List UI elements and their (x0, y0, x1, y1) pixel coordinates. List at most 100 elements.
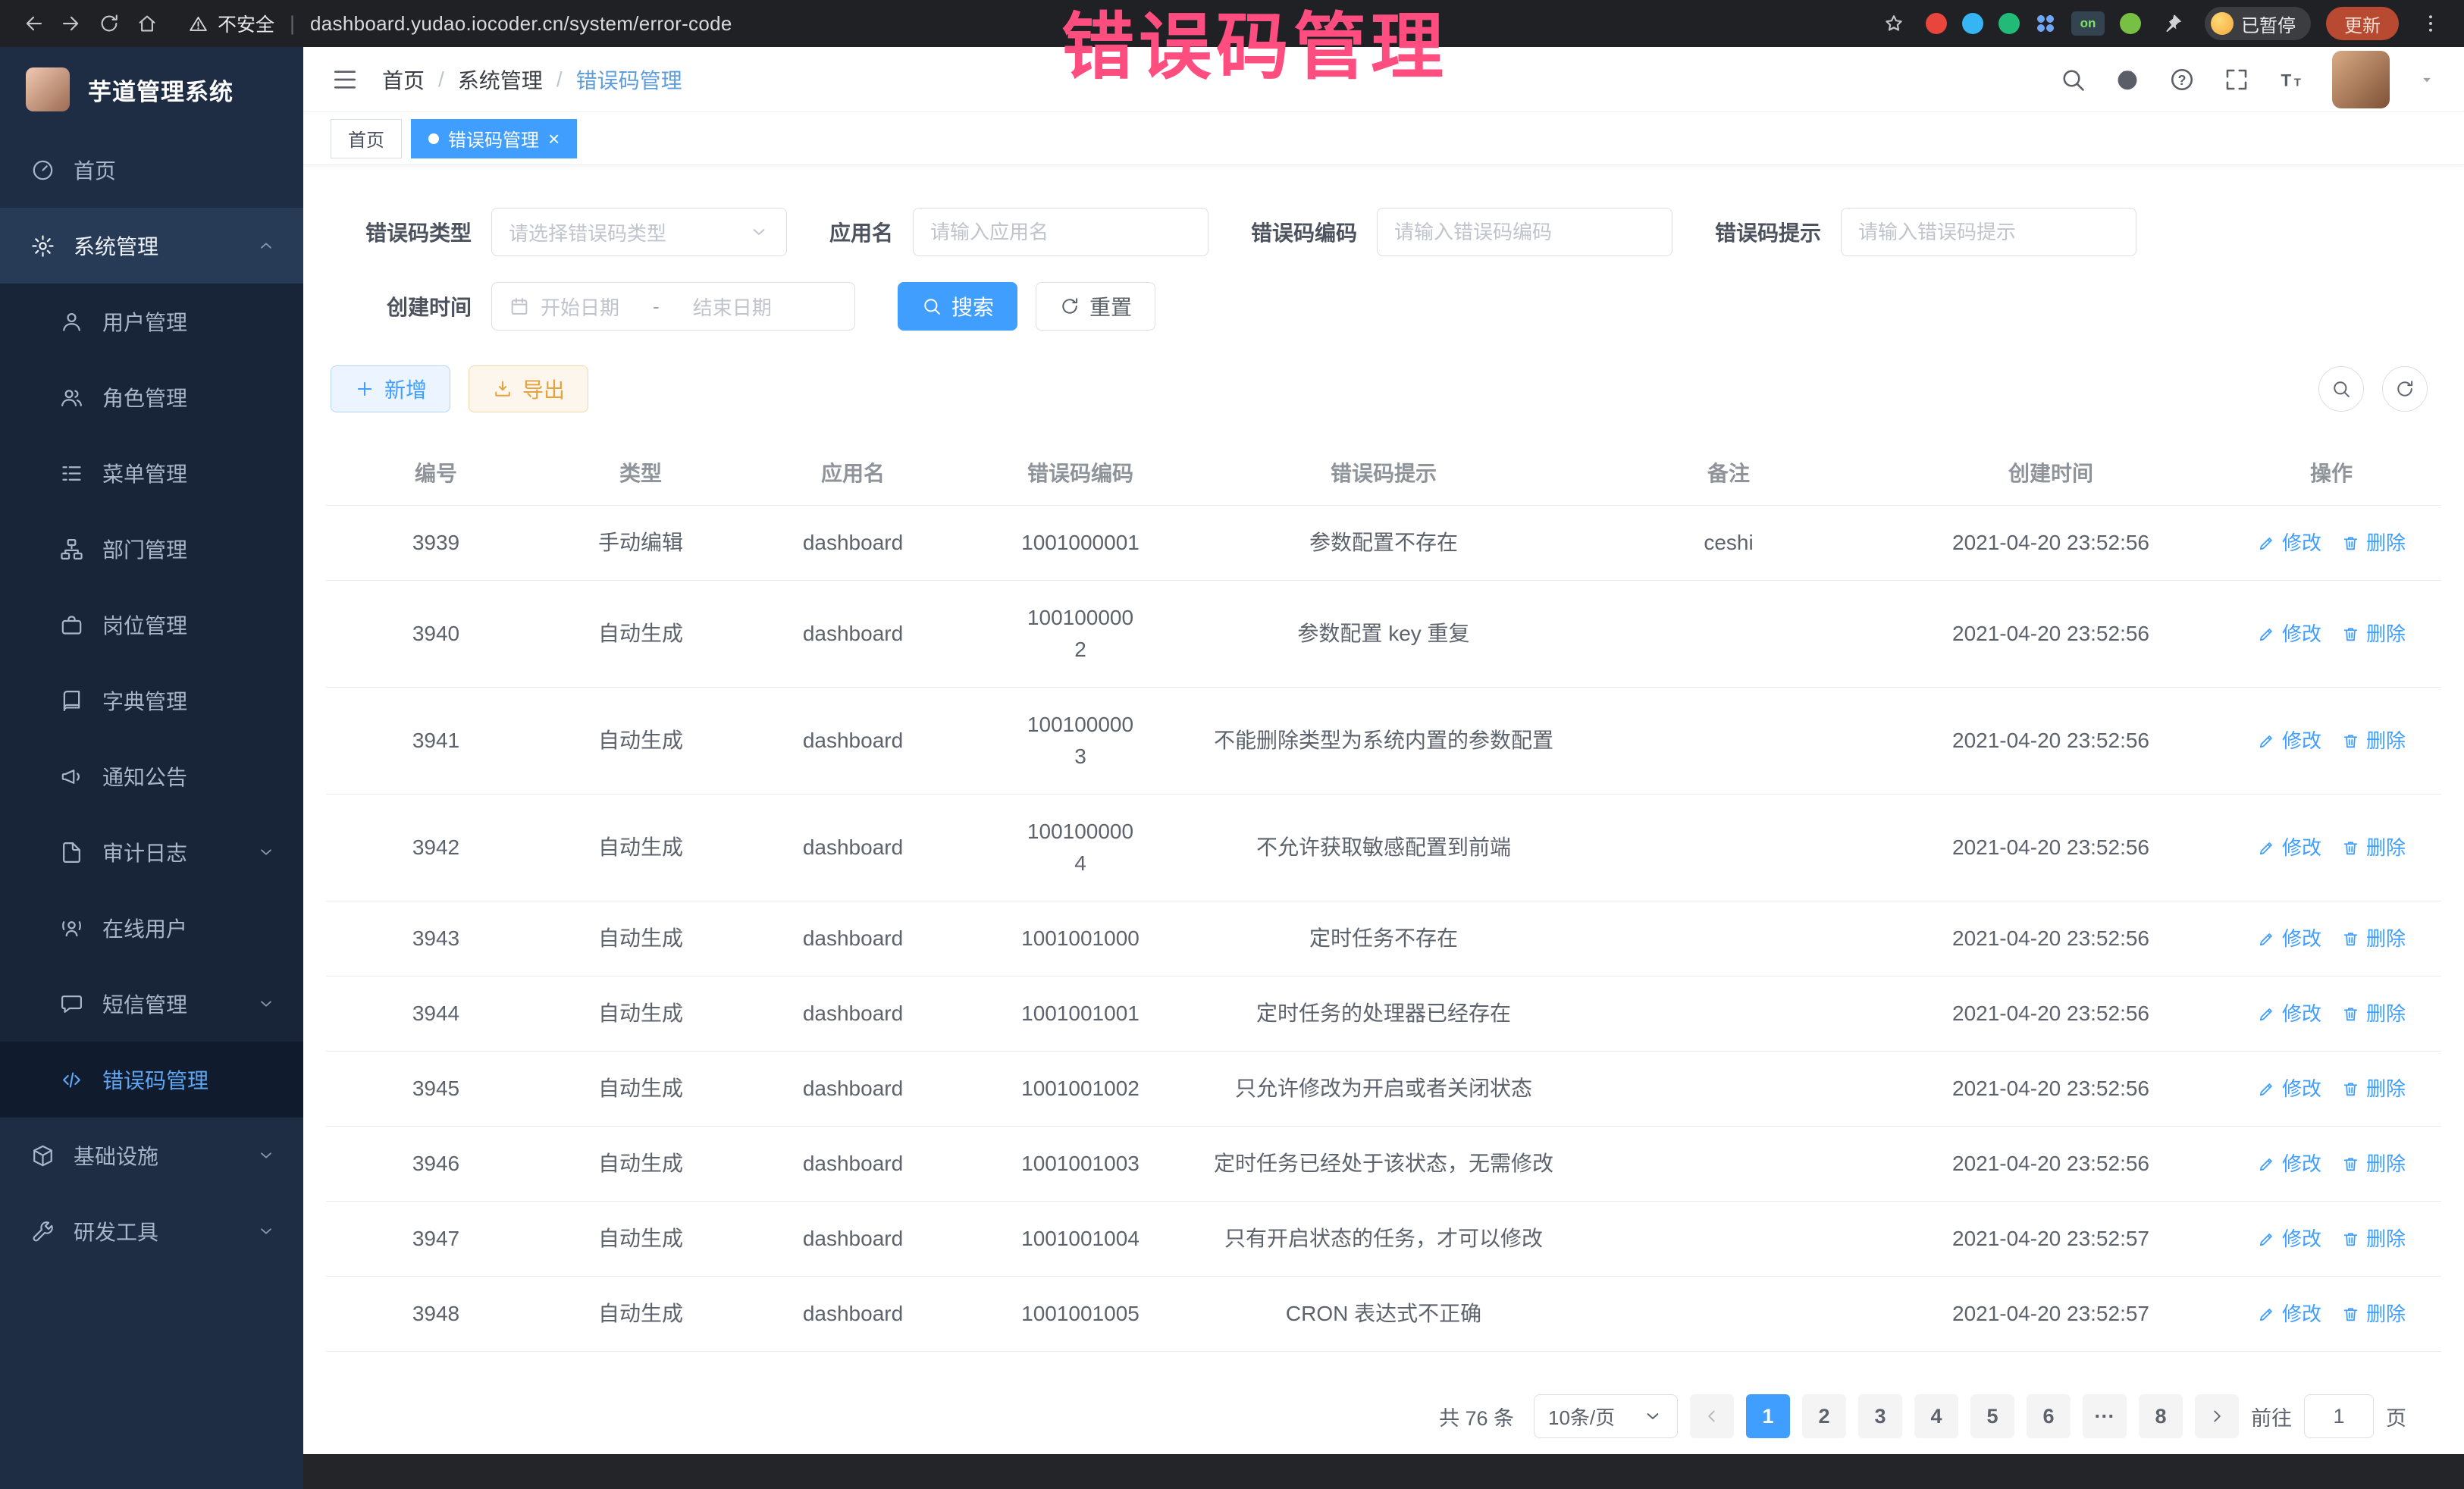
refresh-button[interactable] (2382, 366, 2428, 412)
hamburger-icon[interactable] (331, 65, 359, 94)
address-bar[interactable]: 不安全 | dashboard.yudao.iocoder.cn/system/… (188, 5, 1921, 42)
cell-message: 参数配置 key 重复 (1190, 581, 1577, 687)
cell-actions: 修改 删除 (2221, 581, 2441, 687)
reset-button[interactable]: 重置 (1036, 282, 1155, 331)
edit-link[interactable]: 修改 (2257, 999, 2321, 1029)
edit-link[interactable]: 修改 (2257, 726, 2321, 756)
pushpin-icon[interactable] (2156, 7, 2190, 40)
edit-link[interactable]: 修改 (2257, 1074, 2321, 1104)
page-button-8[interactable]: 8 (2139, 1394, 2183, 1438)
breadcrumb-system[interactable]: 系统管理 (458, 64, 543, 95)
delete-link[interactable]: 删除 (2341, 1299, 2406, 1329)
sidebar-item-user-management[interactable]: 用户管理 (0, 284, 303, 359)
cell-code: 1001000002 (970, 581, 1190, 687)
sidebar-item-dev-tools[interactable]: 研发工具 (0, 1193, 303, 1269)
sidebar-item-sms-management[interactable]: 短信管理 (0, 966, 303, 1042)
error-type-select[interactable]: 请选择错误码类型 (491, 208, 787, 256)
sidebar-item-home[interactable]: 首页 (0, 132, 303, 208)
edit-link[interactable]: 修改 (2257, 1149, 2321, 1179)
sidebar-item-notice[interactable]: 通知公告 (0, 738, 303, 814)
extension-icon-red[interactable] (1926, 13, 1947, 34)
page-button-2[interactable]: 2 (1802, 1394, 1846, 1438)
page-button-5[interactable]: 5 (1970, 1394, 2014, 1438)
column-header: 错误码提示 (1190, 443, 1577, 505)
sidebar-item-menu-management[interactable]: 菜单管理 (0, 435, 303, 511)
more-pages-button[interactable]: ··· (2083, 1394, 2127, 1438)
search-button[interactable]: 搜索 (898, 282, 1017, 331)
sidebar-item-online-users[interactable]: 在线用户 (0, 890, 303, 966)
error-hint-input[interactable] (1858, 221, 2119, 244)
close-tab-icon[interactable]: × (548, 129, 560, 149)
extension-icon-grid[interactable] (2035, 13, 2056, 34)
page-button-3[interactable]: 3 (1858, 1394, 1902, 1438)
delete-link[interactable]: 删除 (2341, 528, 2406, 558)
user-avatar[interactable] (2332, 51, 2390, 108)
megaphone-icon (59, 764, 84, 789)
extension-icon-green[interactable] (1998, 13, 2020, 34)
page-button-1[interactable]: 1 (1746, 1394, 1790, 1438)
code-icon (59, 1067, 84, 1092)
delete-link[interactable]: 删除 (2341, 1074, 2406, 1104)
forward-button[interactable] (55, 7, 88, 40)
page-size-select[interactable]: 10条/页 (1534, 1394, 1678, 1438)
sidebar-item-role-management[interactable]: 角色管理 (0, 359, 303, 435)
bookmark-star-icon[interactable] (1877, 7, 1911, 40)
next-page-button[interactable] (2195, 1394, 2239, 1438)
reload-button[interactable] (92, 7, 126, 40)
sidebar-item-department-management[interactable]: 部门管理 (0, 511, 303, 587)
delete-link[interactable]: 删除 (2341, 619, 2406, 649)
breadcrumb-home[interactable]: 首页 (382, 64, 425, 95)
sidebar-item-infrastructure[interactable]: 基础设施 (0, 1118, 303, 1193)
github-icon[interactable] (2114, 66, 2141, 93)
goto-page-input[interactable] (2304, 1394, 2374, 1438)
caret-down-icon[interactable] (2417, 70, 2437, 89)
update-button[interactable]: 更新 (2326, 7, 2399, 40)
sidebar-item-dict-management[interactable]: 字典管理 (0, 663, 303, 738)
export-button[interactable]: 导出 (469, 365, 588, 412)
help-icon[interactable]: ? (2168, 66, 2196, 93)
extension-icon-leaf[interactable] (2120, 13, 2141, 34)
error-code-input[interactable] (1394, 221, 1655, 244)
edit-link[interactable]: 修改 (2257, 619, 2321, 649)
delete-link[interactable]: 删除 (2341, 726, 2406, 756)
search-icon[interactable] (2059, 66, 2086, 93)
cell-time: 2021-04-20 23:52:56 (1880, 795, 2221, 901)
sidebar-item-system-management[interactable]: 系统管理 (0, 208, 303, 284)
extension-icon-blue[interactable] (1962, 13, 1983, 34)
edit-link[interactable]: 修改 (2257, 528, 2321, 558)
delete-link[interactable]: 删除 (2341, 1224, 2406, 1254)
column-header: 应用名 (735, 443, 970, 505)
home-button[interactable] (130, 7, 164, 40)
edit-link[interactable]: 修改 (2257, 1299, 2321, 1329)
browser-menu-icon[interactable] (2414, 7, 2447, 40)
tab-home[interactable]: 首页 (331, 119, 402, 158)
edit-link[interactable]: 修改 (2257, 1224, 2321, 1254)
extension-icon-on-badge[interactable]: on (2071, 11, 2105, 36)
cell-id: 3947 (326, 1202, 546, 1276)
add-button[interactable]: 新增 (331, 365, 450, 412)
edit-link[interactable]: 修改 (2257, 924, 2321, 954)
sidebar-item-error-code-management[interactable]: 错误码管理 (0, 1042, 303, 1118)
create-time-range-picker[interactable]: 开始日期 - 结束日期 (491, 282, 855, 331)
fullscreen-icon[interactable] (2223, 66, 2250, 93)
font-size-icon[interactable]: TT (2277, 66, 2305, 93)
delete-link[interactable]: 删除 (2341, 924, 2406, 954)
prev-page-button[interactable] (1690, 1394, 1734, 1438)
sidebar-item-audit-log[interactable]: 审计日志 (0, 814, 303, 890)
sidebar-item-post-management[interactable]: 岗位管理 (0, 587, 303, 663)
back-button[interactable] (17, 7, 50, 40)
app-logo[interactable]: 芋道管理系统 (0, 47, 303, 132)
page-button-6[interactable]: 6 (2027, 1394, 2071, 1438)
cell-code: 1001001003 (970, 1127, 1190, 1201)
edit-link[interactable]: 修改 (2257, 833, 2321, 863)
cell-type: 自动生成 (546, 795, 735, 901)
toggle-search-button[interactable] (2318, 366, 2364, 412)
app-name-input[interactable] (930, 221, 1191, 244)
paused-badge[interactable]: 已暂停 (2205, 7, 2311, 40)
delete-link[interactable]: 删除 (2341, 833, 2406, 863)
delete-link[interactable]: 删除 (2341, 999, 2406, 1029)
filter-error-type: 错误码类型 请选择错误码类型 (358, 208, 787, 256)
tab-error-code-management[interactable]: 错误码管理 × (411, 119, 577, 158)
delete-link[interactable]: 删除 (2341, 1149, 2406, 1179)
page-button-4[interactable]: 4 (1914, 1394, 1958, 1438)
